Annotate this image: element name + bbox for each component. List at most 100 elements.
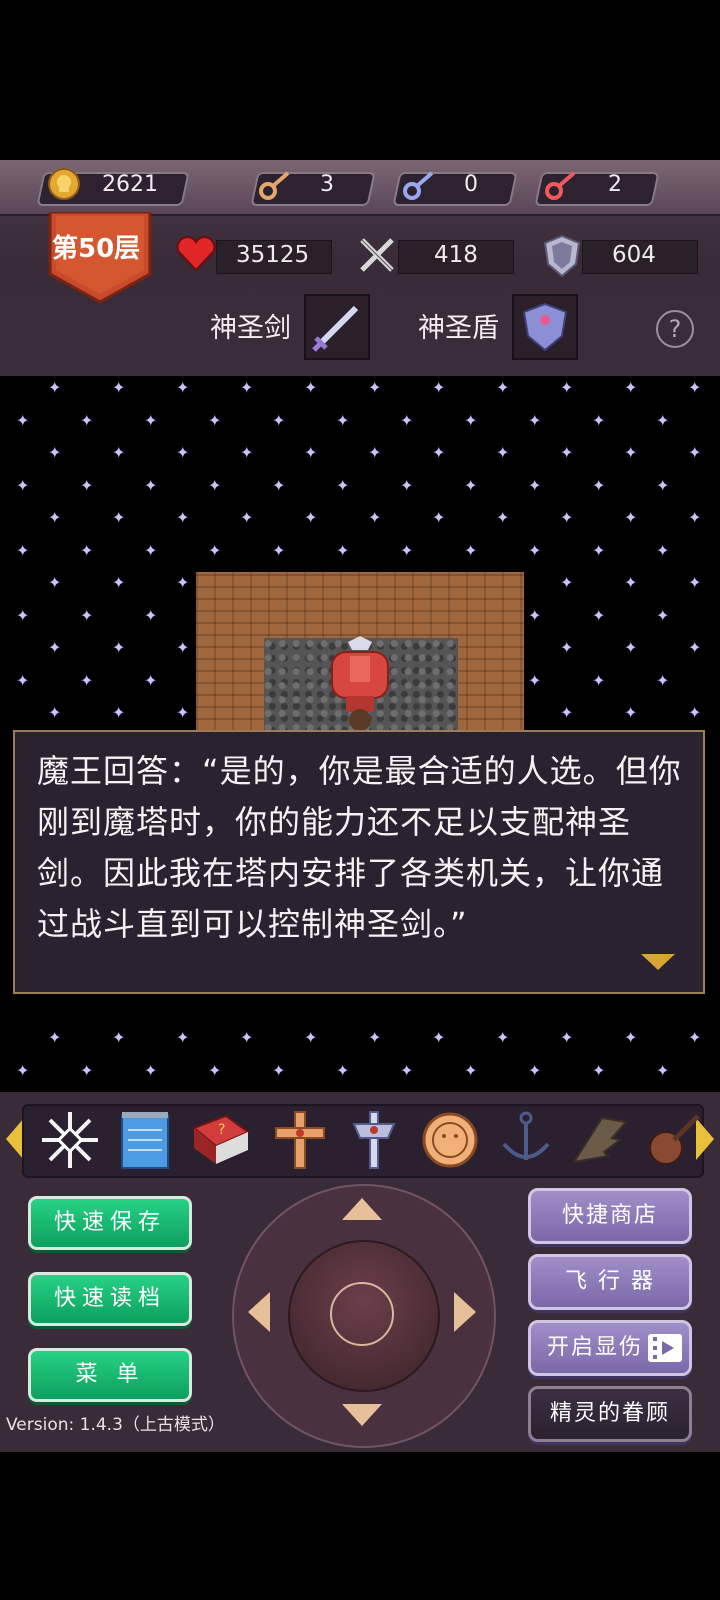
star-icon: ✦	[16, 410, 30, 430]
dpad-right-icon[interactable]	[454, 1292, 476, 1332]
dialog-text: 魔王回答：“是的，你是最合适的人选。但你刚到魔塔时，你的能力还不足以支配神圣剑。…	[37, 752, 682, 943]
star-icon: ✦	[560, 508, 574, 527]
star-icon: ✦	[592, 670, 606, 690]
red-book-icon[interactable]: ?	[188, 1108, 252, 1172]
hp-value: 35125	[236, 242, 310, 268]
star-icon: ✦	[176, 1028, 190, 1047]
star-icon: ✦	[272, 475, 286, 495]
gold-coin-icon	[48, 168, 80, 200]
star-icon: ✦	[272, 410, 286, 430]
anchor-icon[interactable]	[494, 1108, 558, 1172]
star-icon: ✦	[208, 540, 222, 560]
video-icon	[648, 1334, 682, 1362]
dialog-next-arrow-icon[interactable]	[641, 954, 675, 970]
star-icon: ✦	[656, 410, 670, 430]
star-icon: ✦	[528, 1060, 542, 1080]
weapon-slot[interactable]	[304, 294, 370, 360]
star-icon: ✦	[496, 443, 510, 462]
quick-shop-button[interactable]: 快捷商店	[528, 1188, 692, 1244]
star-icon: ✦	[336, 540, 350, 560]
shield-label: 神圣盾	[418, 313, 499, 344]
star-icon: ✦	[464, 410, 478, 430]
shield-icon	[543, 234, 581, 278]
star-icon: ✦	[240, 508, 254, 527]
star-icon: ✦	[560, 573, 574, 592]
star-icon: ✦	[368, 378, 382, 397]
flyer-button[interactable]: 飞 行 器	[528, 1254, 692, 1310]
star-icon: ✦	[80, 410, 94, 430]
star-icon: ✦	[16, 670, 30, 690]
star-icon: ✦	[624, 703, 638, 722]
dpad-up-icon[interactable]	[342, 1198, 382, 1220]
star-icon: ✦	[624, 378, 638, 397]
shield-slot[interactable]	[512, 294, 578, 360]
star-icon: ✦	[560, 1028, 574, 1047]
star-icon: ✦	[432, 378, 446, 397]
crossed-swords-icon	[360, 238, 394, 272]
holy-shield-icon	[522, 302, 568, 352]
star-icon: ✦	[272, 540, 286, 560]
star-icon: ✦	[400, 1060, 414, 1080]
gold-count: 2621	[102, 172, 158, 197]
show-damage-button[interactable]: 开启显伤	[528, 1320, 692, 1376]
dpad-center-button[interactable]	[330, 1282, 394, 1346]
star-icon: ✦	[688, 573, 702, 592]
star-icon: ✦	[80, 475, 94, 495]
star-icon: ✦	[144, 540, 158, 560]
star-icon: ✦	[592, 1060, 606, 1080]
menu-button[interactable]: 菜 单	[28, 1348, 192, 1402]
star-icon: ✦	[304, 1028, 318, 1047]
star-icon: ✦	[400, 475, 414, 495]
star-icon: ✦	[144, 670, 158, 690]
star-icon: ✦	[432, 443, 446, 462]
star-icon: ✦	[496, 1028, 510, 1047]
star-icon: ✦	[48, 703, 62, 722]
floor-label: 第50层	[52, 234, 141, 264]
lute-icon[interactable]	[640, 1108, 704, 1172]
star-icon: ✦	[16, 1060, 30, 1080]
wing-icon[interactable]	[568, 1108, 632, 1172]
spirit-favor-button[interactable]: 精灵的眷顾	[528, 1386, 692, 1442]
star-icon: ✦	[368, 1028, 382, 1047]
quick-save-button[interactable]: 快速保存	[28, 1196, 192, 1250]
coin-face-icon[interactable]	[418, 1108, 482, 1172]
silver-cross-icon[interactable]	[342, 1108, 406, 1172]
holy-cross-icon[interactable]	[268, 1108, 332, 1172]
star-icon: ✦	[336, 410, 350, 430]
star-icon: ✦	[592, 475, 606, 495]
star-icon: ✦	[496, 378, 510, 397]
defense-value: 604	[612, 242, 656, 268]
red-key-icon	[545, 171, 576, 200]
star-icon: ✦	[464, 475, 478, 495]
star-icon: ✦	[688, 378, 702, 397]
star-icon: ✦	[144, 410, 158, 430]
yellow-key-icon	[259, 171, 290, 200]
star-icon: ✦	[144, 1060, 158, 1080]
star-icon: ✦	[176, 703, 190, 722]
snowflake-icon[interactable]	[38, 1108, 102, 1172]
blue-key-count: 0	[464, 172, 478, 197]
star-icon: ✦	[688, 703, 702, 722]
star-icon: ✦	[528, 410, 542, 430]
star-icon: ✦	[80, 605, 94, 625]
star-icon: ✦	[112, 1028, 126, 1047]
star-icon: ✦	[688, 508, 702, 527]
star-icon: ✦	[48, 638, 62, 657]
dpad-down-icon[interactable]	[342, 1404, 382, 1426]
star-icon: ✦	[80, 540, 94, 560]
help-button[interactable]: ?	[656, 310, 694, 348]
star-icon: ✦	[16, 605, 30, 625]
dialog-box[interactable]: 魔王回答：“是的，你是最合适的人选。但你刚到魔塔时，你的能力还不足以支配神圣剑。…	[13, 730, 705, 994]
star-icon: ✦	[368, 508, 382, 527]
star-icon: ✦	[624, 573, 638, 592]
yellow-key-count: 3	[320, 172, 334, 197]
star-icon: ✦	[592, 605, 606, 625]
star-icon: ✦	[272, 1060, 286, 1080]
star-icon: ✦	[48, 573, 62, 592]
notepad-icon[interactable]	[114, 1108, 178, 1172]
quick-load-button[interactable]: 快速读档	[28, 1272, 192, 1326]
star-icon: ✦	[48, 1028, 62, 1047]
star-icon: ✦	[560, 703, 574, 722]
dpad-left-icon[interactable]	[248, 1292, 270, 1332]
star-icon: ✦	[560, 378, 574, 397]
